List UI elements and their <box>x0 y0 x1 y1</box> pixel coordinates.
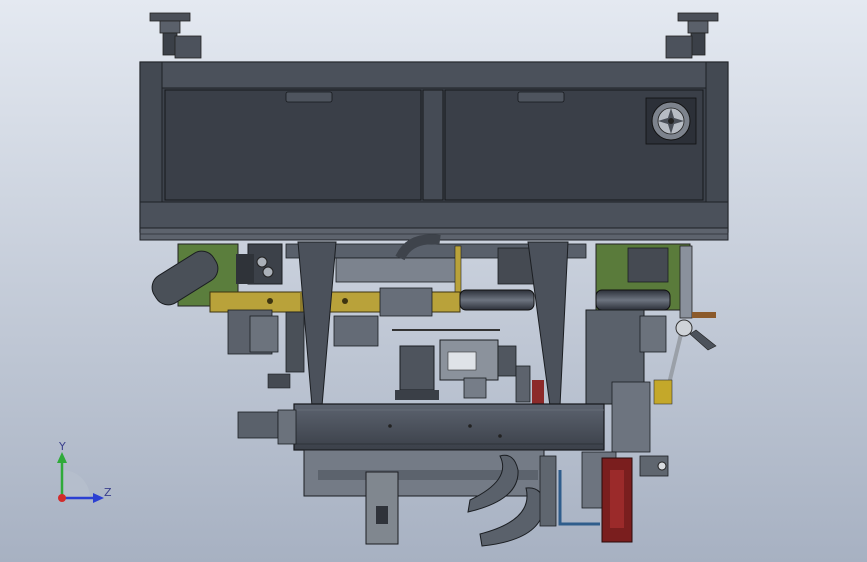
cad-viewport[interactable]: Y Z <box>0 0 867 562</box>
servo-motor-left <box>249 315 279 353</box>
door-handle-left <box>285 91 333 103</box>
roller-left <box>459 289 535 311</box>
servo-motor-lower <box>237 411 279 439</box>
main-cabinet <box>139 61 729 241</box>
upper-mechanism <box>151 234 716 319</box>
axis-label-y: Y <box>59 440 66 453</box>
roller-right <box>595 289 671 311</box>
axis-label-z: Z <box>104 486 112 499</box>
door-handle-right <box>517 91 565 103</box>
machine-model <box>0 0 867 562</box>
lower-beam <box>237 403 605 451</box>
cabinet-door-left <box>164 89 422 201</box>
gearbox <box>399 345 435 391</box>
fan-icon <box>645 97 697 145</box>
